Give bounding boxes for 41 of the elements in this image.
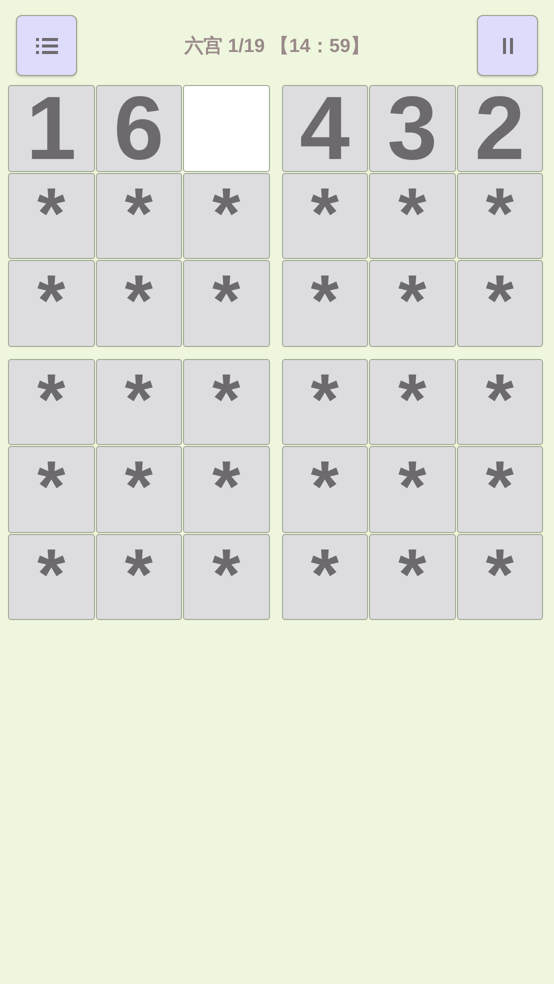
grid-cell[interactable]: * bbox=[8, 534, 94, 620]
menu-icon bbox=[36, 36, 58, 54]
grid-cell[interactable]: * bbox=[183, 358, 270, 445]
grid-cell[interactable]: * bbox=[282, 172, 368, 259]
grid-cell[interactable]: * bbox=[282, 534, 368, 620]
grid-cell[interactable]: * bbox=[456, 534, 543, 620]
grid-cell[interactable]: * bbox=[96, 446, 182, 532]
grid-cell[interactable]: * bbox=[183, 260, 270, 346]
grid-cell[interactable]: * bbox=[456, 172, 543, 259]
puzzle-title: 六宫 1/19 【14：59】 bbox=[184, 34, 370, 58]
grid-cell[interactable]: * bbox=[183, 172, 270, 259]
grid-cell[interactable]: * bbox=[8, 260, 94, 346]
grid-cell[interactable]: * bbox=[456, 446, 543, 532]
grid-cell[interactable]: * bbox=[8, 172, 94, 259]
grid-cell[interactable]: 1 bbox=[8, 85, 94, 172]
menu-button[interactable] bbox=[16, 15, 77, 76]
grid-cell[interactable]: * bbox=[369, 358, 456, 445]
grid-cell[interactable]: 4 bbox=[282, 85, 368, 172]
grid-cell[interactable]: * bbox=[96, 260, 182, 346]
grid-cell[interactable]: * bbox=[8, 446, 94, 532]
pause-button[interactable] bbox=[477, 15, 538, 76]
grid-cell[interactable]: * bbox=[282, 358, 368, 445]
grid-cell[interactable]: 3 bbox=[369, 85, 456, 172]
grid-cell[interactable]: * bbox=[183, 446, 270, 532]
grid-cell[interactable]: * bbox=[369, 534, 456, 620]
grid-cell[interactable]: * bbox=[96, 358, 182, 445]
grid-cell[interactable]: * bbox=[369, 260, 456, 346]
grid-cell[interactable]: * bbox=[183, 534, 270, 620]
grid-cell[interactable]: 6 bbox=[96, 85, 182, 172]
pause-icon bbox=[502, 38, 514, 54]
grid-cell[interactable]: * bbox=[369, 172, 456, 259]
grid-cell[interactable]: * bbox=[282, 260, 368, 346]
grid-cell[interactable]: * bbox=[456, 358, 543, 445]
grid-cell[interactable]: * bbox=[282, 446, 368, 532]
grid-cell[interactable]: * bbox=[96, 172, 182, 259]
grid-cell[interactable] bbox=[183, 85, 270, 172]
grid-cell[interactable]: * bbox=[96, 534, 182, 620]
grid-cell[interactable]: * bbox=[456, 260, 543, 346]
grid-cell[interactable]: 2 bbox=[456, 85, 543, 172]
grid-cell[interactable]: * bbox=[369, 446, 456, 532]
grid-cell[interactable]: * bbox=[8, 358, 94, 445]
